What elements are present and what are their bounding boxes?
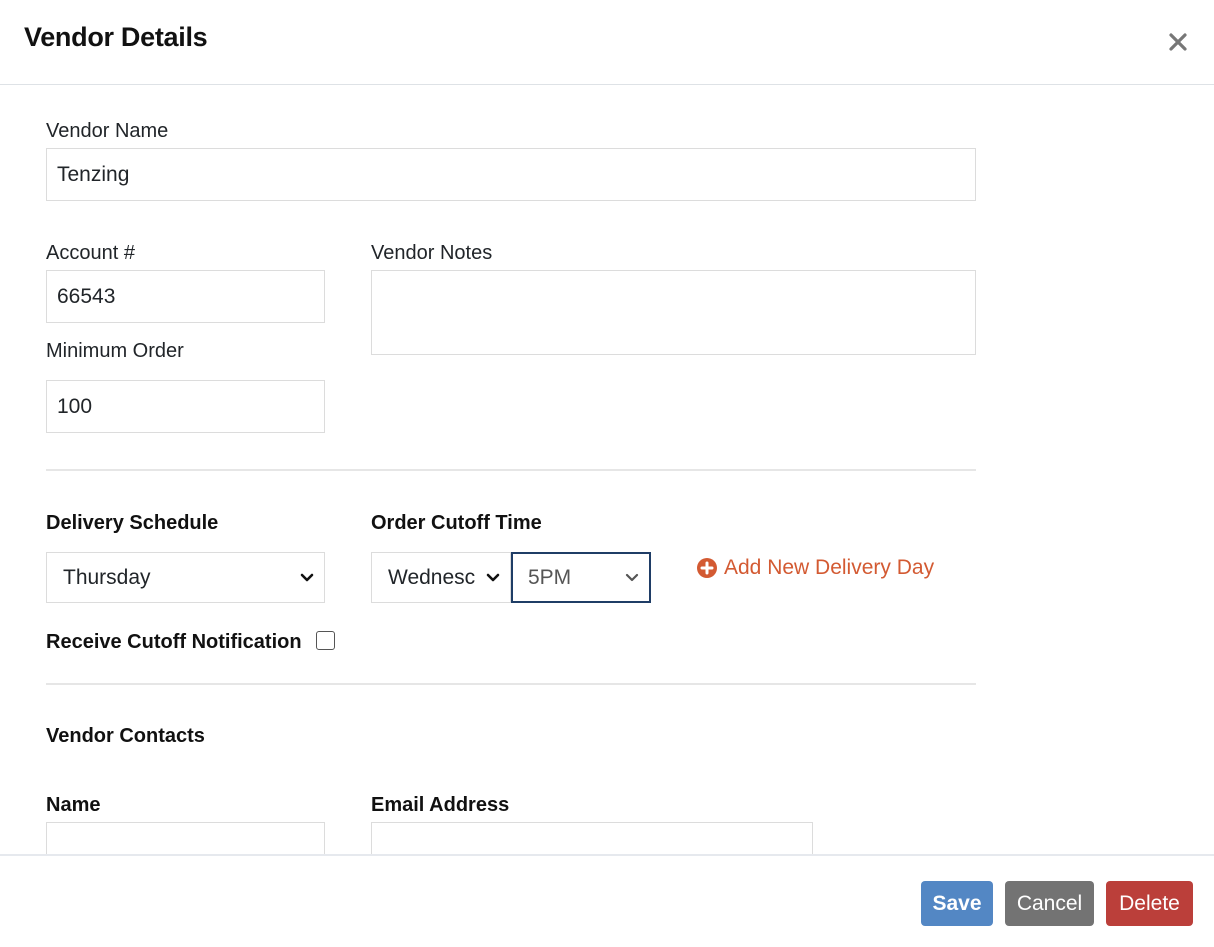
contact-email-label: Email Address	[371, 794, 510, 816]
minimum-order-label: Minimum Order	[46, 340, 184, 362]
close-icon	[1169, 33, 1187, 51]
modal-header: Vendor Details	[0, 0, 1214, 85]
cancel-button[interactable]: Cancel	[1005, 881, 1094, 926]
section-divider	[46, 683, 976, 685]
chevron-down-icon	[482, 553, 504, 602]
vendor-name-label: Vendor Name	[46, 120, 169, 142]
contact-name-label: Name	[46, 794, 101, 816]
add-delivery-day-label: Add New Delivery Day	[724, 556, 935, 579]
save-button[interactable]: Save	[921, 881, 993, 926]
modal-title: Vendor Details	[24, 22, 208, 52]
vendor-notes-textarea[interactable]	[371, 270, 976, 355]
modal-footer: Save Cancel Delete	[0, 854, 1214, 947]
vendor-name-input[interactable]: Tenzing	[46, 148, 976, 201]
contact-name-input[interactable]	[46, 822, 325, 854]
modal-body: Vendor Name Tenzing Account # 66543 Vend…	[0, 86, 1214, 854]
contact-email-input[interactable]	[371, 822, 813, 854]
account-number-label: Account #	[46, 242, 135, 264]
cutoff-day-value: Wednesc	[388, 565, 476, 589]
receive-cutoff-notification-checkbox[interactable]	[316, 631, 335, 650]
delivery-schedule-value: Thursday	[63, 565, 151, 589]
vendor-contacts-heading: Vendor Contacts	[46, 725, 205, 747]
order-cutoff-label: Order Cutoff Time	[371, 512, 542, 534]
plus-circle-icon	[697, 558, 717, 578]
delete-button[interactable]: Delete	[1106, 881, 1193, 926]
minimum-order-input[interactable]: 100	[46, 380, 325, 433]
account-number-input[interactable]: 66543	[46, 270, 325, 323]
delivery-schedule-select[interactable]: Thursday	[46, 552, 325, 603]
cutoff-time-value: 5PM	[528, 565, 572, 589]
chevron-down-icon	[621, 554, 643, 601]
delivery-schedule-label: Delivery Schedule	[46, 512, 219, 534]
cutoff-time-select[interactable]: 5PM	[511, 552, 651, 603]
section-divider	[46, 469, 976, 471]
receive-cutoff-notification-label: Receive Cutoff Notification	[46, 631, 302, 653]
cutoff-day-select[interactable]: Wednesc	[371, 552, 511, 603]
vendor-notes-label: Vendor Notes	[371, 242, 493, 264]
add-delivery-day-link[interactable]: Add New Delivery Day	[696, 556, 934, 580]
close-button[interactable]	[1164, 26, 1192, 58]
chevron-down-icon	[296, 553, 318, 602]
